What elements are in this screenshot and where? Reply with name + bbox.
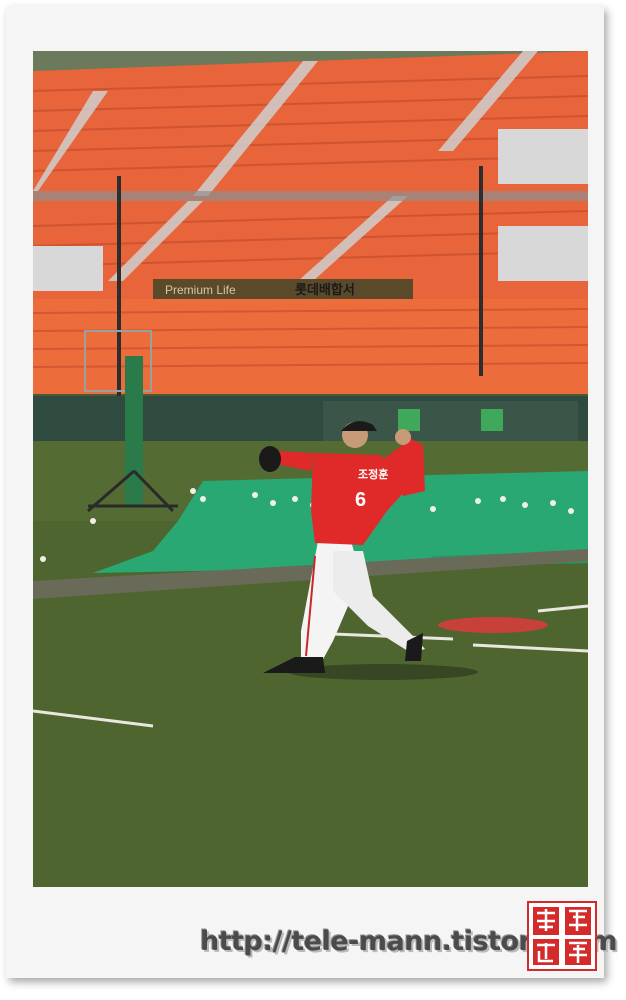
baseball-photo: Premium Life 롯데배합서 조정훈 6 (33, 51, 588, 887)
photo-frame: Premium Life 롯데배합서 조정훈 6 http://tele-man… (6, 6, 618, 978)
stadium-scene: Premium Life 롯데배합서 조정훈 6 (33, 51, 588, 887)
jersey-number-text: 6 (355, 489, 366, 511)
artist-seal-icon (527, 901, 597, 971)
banner-right-text: 롯데배합서 (295, 282, 355, 298)
jersey-name-text: 조정훈 (358, 467, 388, 481)
banner-left-text: Premium Life (165, 283, 236, 297)
